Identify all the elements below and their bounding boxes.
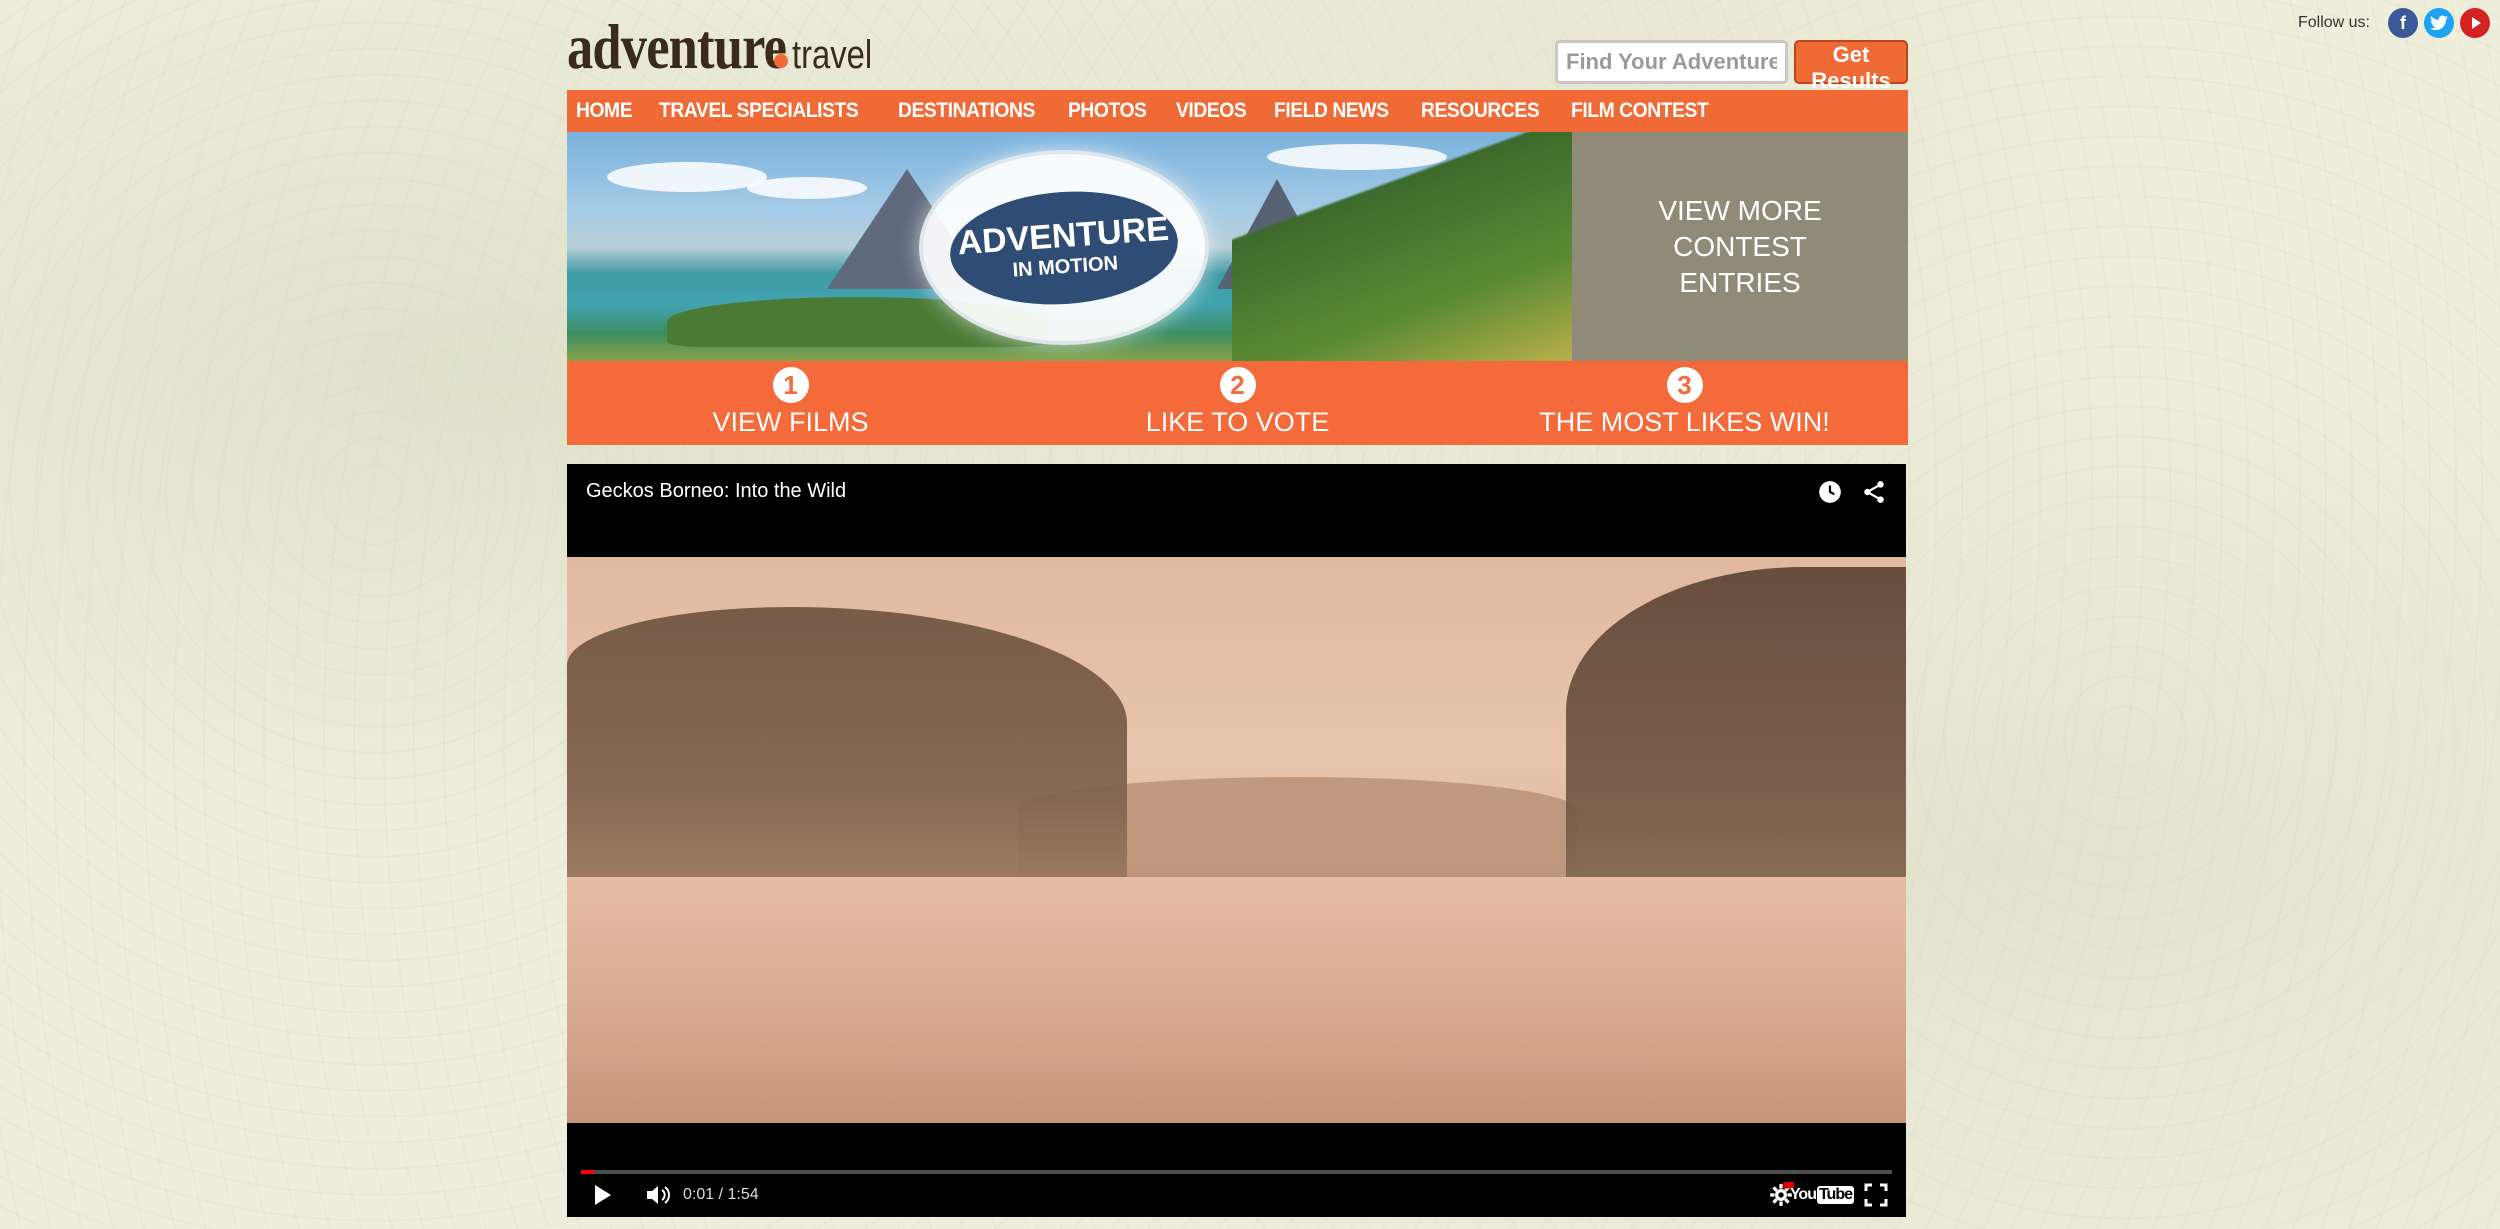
- step-number-2: 2: [1219, 367, 1256, 403]
- step-label: VIEW FILMS: [712, 407, 869, 437]
- nav-film-contest[interactable]: FILM CONTEST: [1571, 99, 1709, 123]
- fullscreen-icon[interactable]: [1864, 1180, 1888, 1210]
- badge-title: ADVENTURE: [956, 209, 1171, 262]
- nav-photos[interactable]: PHOTOS: [1068, 99, 1147, 123]
- nav-resources[interactable]: RESOURCES: [1421, 99, 1540, 123]
- video-progress-fill: [581, 1170, 595, 1174]
- banner-photo: ADVENTURE IN MOTION: [567, 132, 1572, 361]
- step-label: LIKE TO VOTE: [1145, 407, 1330, 437]
- video-time: 0:01 / 1:54: [683, 1186, 759, 1203]
- site-logo[interactable]: adventure travel: [567, 10, 890, 84]
- step-number-1: 1: [772, 367, 809, 403]
- share-icon[interactable]: [1860, 478, 1888, 506]
- step-number-3: 3: [1666, 367, 1703, 403]
- youtube-icon[interactable]: [2460, 8, 2490, 38]
- adventure-in-motion-badge: ADVENTURE IN MOTION: [919, 150, 1209, 345]
- video-player[interactable]: Geckos Borneo: Into the Wild 0:01 / 1:54…: [567, 464, 1906, 1217]
- video-progress-bar[interactable]: [581, 1170, 1892, 1174]
- contest-steps: 1 VIEW FILMS 2 LIKE TO VOTE 3 THE MOST L…: [567, 361, 1908, 445]
- contest-banner: ADVENTURE IN MOTION VIEW MORE CONTEST EN…: [567, 132, 1908, 361]
- page-container: adventure travel Get Results HOME TRAVEL…: [567, 0, 1908, 445]
- nav-travel-specialists[interactable]: TRAVEL SPECIALISTS: [659, 99, 859, 123]
- youtube-logo[interactable]: You Tube: [1790, 1180, 1854, 1210]
- play-icon[interactable]: [593, 1180, 613, 1210]
- nav-videos[interactable]: VIDEOS: [1176, 99, 1247, 123]
- nav-destinations[interactable]: DESTINATIONS: [898, 99, 1035, 123]
- social-follow: Follow us: f: [2298, 8, 2490, 38]
- step-like-to-vote: 2 LIKE TO VOTE: [1014, 361, 1461, 445]
- video-frame[interactable]: [567, 557, 1906, 1123]
- twitter-icon[interactable]: [2424, 8, 2454, 38]
- video-title[interactable]: Geckos Borneo: Into the Wild: [586, 480, 846, 503]
- search-input[interactable]: [1555, 40, 1788, 84]
- search-bar: Get Results: [1555, 40, 1908, 93]
- facebook-icon[interactable]: f: [2388, 8, 2418, 38]
- header: adventure travel Get Results: [567, 0, 1908, 93]
- volume-icon[interactable]: [645, 1180, 671, 1210]
- video-top-bar: Geckos Borneo: Into the Wild: [567, 464, 1906, 557]
- nav-field-news[interactable]: FIELD NEWS: [1274, 99, 1389, 123]
- watch-later-icon[interactable]: [1816, 478, 1844, 506]
- logo-sub-text: travel: [792, 33, 873, 77]
- step-label: THE MOST LIKES WIN!: [1539, 407, 1830, 437]
- video-controls: 0:01 / 1:54 You Tube: [567, 1123, 1906, 1217]
- logo-main-text: adventure: [567, 11, 787, 82]
- nav-home[interactable]: HOME: [576, 99, 633, 123]
- step-view-films: 1 VIEW FILMS: [567, 361, 1014, 445]
- follow-label: Follow us:: [2297, 14, 2370, 31]
- main-nav: HOME TRAVEL SPECIALISTS DESTINATIONS PHO…: [567, 90, 1908, 132]
- view-more-entries-link[interactable]: VIEW MORE CONTEST ENTRIES: [1572, 132, 1908, 361]
- step-most-likes-win: 3 THE MOST LIKES WIN!: [1461, 361, 1908, 445]
- get-results-button[interactable]: Get Results: [1794, 40, 1908, 93]
